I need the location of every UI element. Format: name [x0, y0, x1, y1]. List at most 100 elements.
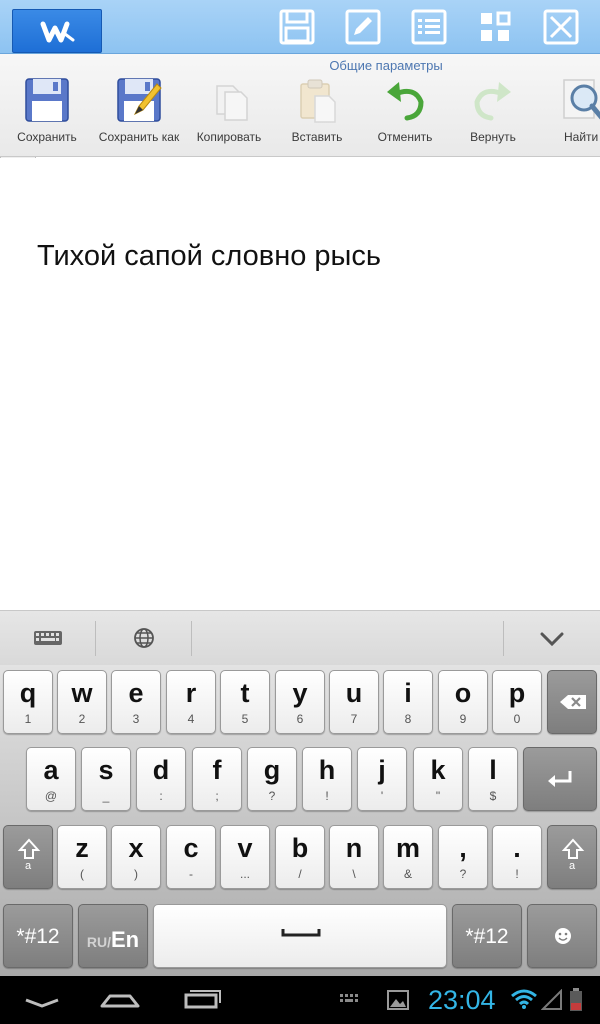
globe-icon	[134, 628, 154, 648]
key-label: t	[240, 678, 250, 708]
key-x[interactable]: x)	[111, 825, 161, 889]
key-s[interactable]: s _	[81, 747, 131, 811]
back-icon	[25, 998, 59, 1008]
key-w[interactable]: w2	[57, 670, 107, 734]
emoji-key[interactable]	[527, 904, 597, 968]
key-g[interactable]: g?	[247, 747, 297, 811]
find-button[interactable]: Найти	[540, 76, 600, 154]
redo-icon	[474, 82, 511, 121]
key-label: r	[185, 678, 197, 708]
key-j[interactable]: j '	[357, 747, 407, 811]
back-button[interactable]	[20, 986, 64, 1019]
copy-button[interactable]: Копировать	[184, 76, 274, 154]
signal-status	[540, 988, 563, 1016]
key-v[interactable]: v...	[220, 825, 270, 889]
copy-icon	[216, 85, 248, 121]
key-z[interactable]: z(	[57, 825, 107, 889]
key-label: e	[128, 678, 144, 708]
smiley-icon	[555, 928, 571, 944]
list-icon-button[interactable]	[409, 8, 449, 46]
key-p[interactable]: p0	[492, 670, 542, 734]
undo-button[interactable]: Отменить	[360, 76, 450, 154]
key-h[interactable]: h!	[302, 747, 352, 811]
find-label: Найти	[564, 130, 599, 144]
key-sub-label: \	[352, 867, 356, 881]
shift-key-left[interactable]: a	[3, 825, 53, 889]
key-a[interactable]: a @	[26, 747, 76, 811]
toolbar-divider	[191, 621, 192, 656]
image-icon	[387, 990, 409, 1010]
grid-icon-button[interactable]	[475, 8, 515, 46]
key-n[interactable]: n \	[329, 825, 379, 889]
redo-button[interactable]: Вернуть	[448, 76, 538, 154]
key-label: k	[430, 755, 446, 785]
key-label: h	[318, 755, 336, 785]
key-sub-label: )	[134, 867, 138, 881]
backspace-icon	[560, 695, 586, 709]
symbols-key-right[interactable]: *#12	[452, 904, 522, 968]
symbols-key-left[interactable]: *#12	[3, 904, 73, 968]
key-sub-label: 7	[350, 712, 358, 726]
key-sub-label: 1	[24, 712, 32, 726]
language-button[interactable]	[124, 623, 164, 653]
keyboard-layout-button[interactable]	[28, 623, 68, 653]
key-o[interactable]: o9	[438, 670, 488, 734]
key-c[interactable]: c-	[166, 825, 216, 889]
chevron-down-icon	[540, 632, 564, 647]
key-comma[interactable]: ,?	[438, 825, 488, 889]
language-current: En	[111, 927, 140, 952]
key-sub-label: "	[435, 789, 441, 803]
key-sub-label: 8	[404, 712, 412, 726]
key-sub-label: :	[159, 789, 163, 803]
key-label: u	[345, 678, 363, 708]
document-canvas[interactable]: Тихой сапой словно рысь	[0, 158, 600, 610]
undo-label: Отменить	[377, 130, 433, 144]
key-y[interactable]: y6	[275, 670, 325, 734]
key-f[interactable]: f;	[192, 747, 242, 811]
key-u[interactable]: u7	[329, 670, 379, 734]
paste-label: Вставить	[291, 130, 343, 144]
key-label: w	[71, 678, 93, 708]
key-sub-label: ;	[215, 789, 219, 803]
shift-key-right[interactable]: a	[547, 825, 597, 889]
enter-key[interactable]	[523, 747, 597, 811]
home-button[interactable]	[98, 986, 142, 1019]
key-i[interactable]: i8	[383, 670, 433, 734]
hide-keyboard-button[interactable]	[532, 623, 572, 653]
gallery-notification[interactable]	[386, 988, 410, 1017]
key-label: .	[513, 833, 521, 863]
key-q[interactable]: q1	[3, 670, 53, 734]
recent-apps-button[interactable]	[180, 986, 224, 1019]
language-switch-label: RU/En	[79, 927, 147, 953]
keyboard-icon	[340, 994, 358, 1002]
key-label: a	[43, 755, 59, 785]
save-icon-button[interactable]	[277, 8, 317, 46]
space-key[interactable]	[153, 904, 447, 968]
backspace-key[interactable]	[547, 670, 597, 734]
key-e[interactable]: e3	[111, 670, 161, 734]
key-label: j	[378, 755, 386, 785]
app-logo-button[interactable]	[12, 9, 102, 53]
toolbar-divider	[503, 621, 504, 656]
key-period[interactable]: .!	[492, 825, 542, 889]
language-switch-key[interactable]: RU/En	[78, 904, 148, 968]
paste-button[interactable]: Вставить	[272, 76, 362, 154]
key-l[interactable]: l $	[468, 747, 518, 811]
key-r[interactable]: r4	[166, 670, 216, 734]
key-d[interactable]: d:	[136, 747, 186, 811]
shift-sub-label: a	[24, 860, 32, 872]
key-b[interactable]: b /	[275, 825, 325, 889]
close-icon-button[interactable]	[541, 8, 581, 46]
save-label: Сохранить	[17, 130, 77, 144]
edit-icon-button[interactable]	[343, 8, 383, 46]
key-sub-label: 5	[241, 712, 249, 726]
key-k[interactable]: k "	[413, 747, 463, 811]
document-text[interactable]: Тихой сапой словно рысь	[37, 240, 381, 273]
key-label: m	[395, 833, 420, 863]
ribbon-title: Общие параметры	[329, 58, 443, 73]
save-as-button[interactable]: Сохранить как	[94, 76, 184, 154]
key-sub-label: 2	[78, 712, 86, 726]
save-button[interactable]: Сохранить	[2, 76, 92, 154]
key-t[interactable]: t5	[220, 670, 270, 734]
key-m[interactable]: m &	[383, 825, 433, 889]
